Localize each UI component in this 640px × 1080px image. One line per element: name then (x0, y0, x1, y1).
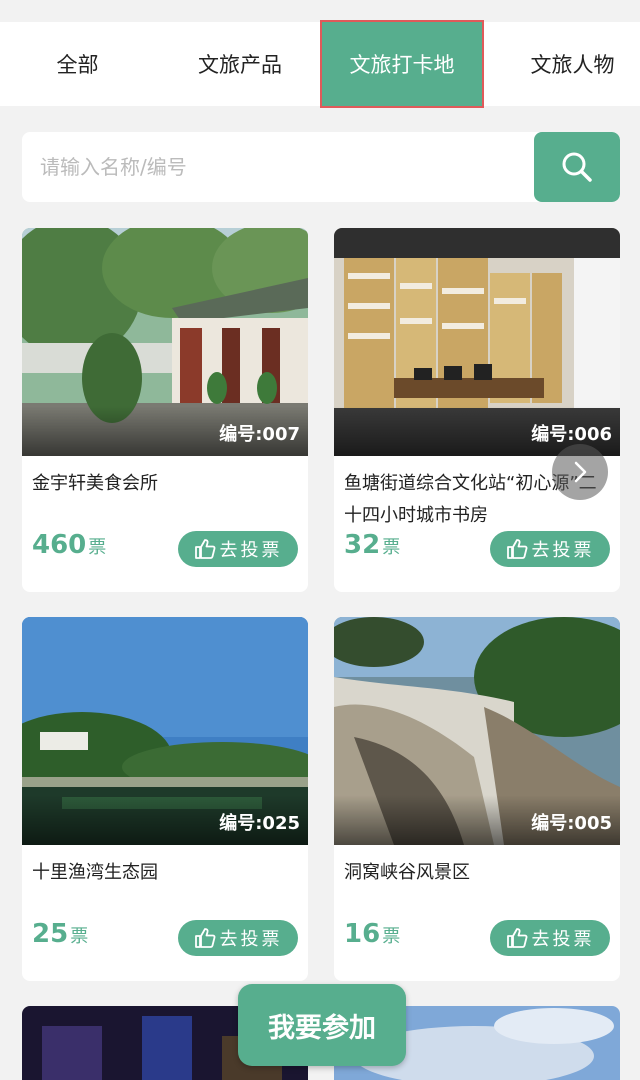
vote-unit: 票 (70, 926, 89, 947)
spot-id-label: 编号:025 (22, 795, 308, 845)
tab-culture-tourism-people[interactable]: 文旅人物 (505, 22, 640, 106)
vote-button-label: 去投票 (531, 540, 595, 561)
vote-unit: 票 (382, 537, 401, 558)
thumbs-up-icon (194, 539, 215, 559)
thumbs-up-icon (506, 928, 527, 948)
vote-number: 25 (32, 919, 69, 949)
join-button[interactable]: 我要参加 (238, 984, 406, 1066)
vote-button[interactable]: 去投票 (178, 920, 298, 956)
search-input[interactable] (22, 132, 534, 202)
spot-title: 金宇轩美食会所 (32, 473, 158, 494)
vote-count: 32 票 (344, 530, 400, 560)
vote-number: 460 (32, 530, 87, 560)
spot-id-label: 编号:007 (22, 406, 308, 456)
tab-checkin-spots[interactable]: 文旅打卡地 (320, 20, 484, 108)
vote-count: 460 票 (32, 530, 106, 560)
vote-count: 25 票 (32, 919, 88, 949)
spot-card[interactable]: 编号:007 金宇轩美食会所 460 票 去投票 (22, 228, 308, 592)
vote-button-label: 去投票 (219, 540, 283, 561)
vote-unit: 票 (88, 537, 107, 558)
spot-card[interactable]: 编号:006 鱼塘街道综合文化站“初心源”二十四小时城市书房 32 票 去投票 (334, 228, 620, 592)
spot-title: 洞窝峡谷风景区 (344, 862, 470, 883)
spot-photo: 编号:007 (22, 228, 308, 456)
vote-number: 32 (344, 530, 381, 560)
category-tabs: 全部 文旅产品 文旅打卡地 文旅人物 (0, 20, 640, 108)
search-bar (22, 132, 620, 202)
tab-all[interactable]: 全部 (20, 22, 135, 106)
spot-title: 十里渔湾生态园 (32, 862, 158, 883)
vote-count: 16 票 (344, 919, 400, 949)
spot-card[interactable]: 编号:005 洞窝峡谷风景区 16 票 去投票 (334, 617, 620, 981)
vote-button[interactable]: 去投票 (178, 531, 298, 567)
chevron-right-icon (574, 461, 587, 483)
search-button[interactable] (534, 132, 620, 202)
vote-button-label: 去投票 (531, 929, 595, 950)
thumbs-up-icon (194, 928, 215, 948)
spot-id-label: 编号:005 (334, 795, 620, 845)
next-arrow-button[interactable] (552, 444, 608, 500)
vote-button[interactable]: 去投票 (490, 531, 610, 567)
vote-number: 16 (344, 919, 381, 949)
vote-button-label: 去投票 (219, 929, 283, 950)
spot-photo: 编号:006 (334, 228, 620, 456)
tab-culture-tourism-products[interactable]: 文旅产品 (170, 22, 310, 106)
search-icon (562, 152, 592, 182)
vote-unit: 票 (382, 926, 401, 947)
spot-photo: 编号:025 (22, 617, 308, 845)
vote-button[interactable]: 去投票 (490, 920, 610, 956)
thumbs-up-icon (506, 539, 527, 559)
spot-photo: 编号:005 (334, 617, 620, 845)
spot-card[interactable]: 编号:025 十里渔湾生态园 25 票 去投票 (22, 617, 308, 981)
